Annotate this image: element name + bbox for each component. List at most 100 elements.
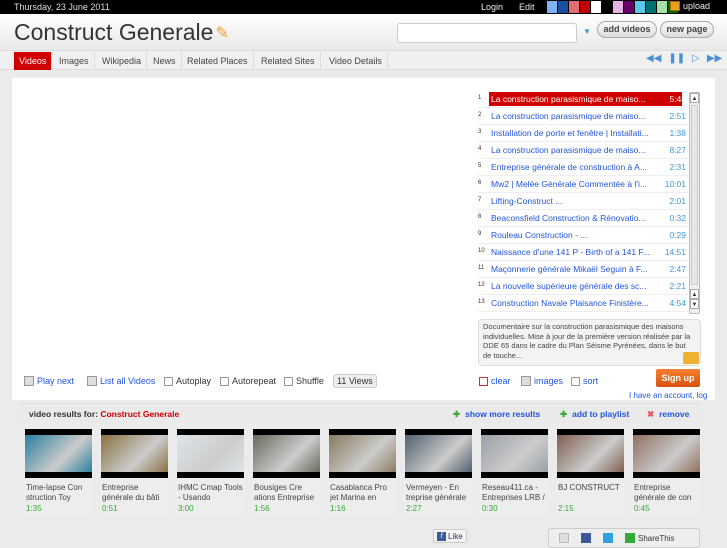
tab-related-places[interactable]: Related Places (182, 52, 254, 70)
tab-videos[interactable]: Videos (14, 52, 53, 70)
color-swatch[interactable] (558, 1, 568, 13)
play-icon[interactable]: ▷ (692, 53, 700, 64)
color-swatch[interactable] (657, 1, 667, 13)
scroll-down-icon[interactable]: ▼ (690, 299, 699, 309)
video-thumbnail[interactable] (481, 429, 548, 478)
playlist-item[interactable]: 10 Naissance d'une 141 P - Birth of a 141… (478, 244, 688, 261)
result-title[interactable]: BJ CONSTRUCT (558, 483, 624, 503)
tab-images[interactable]: Images (54, 52, 95, 70)
color-theme-picker[interactable] (547, 1, 679, 13)
checkbox[interactable] (164, 376, 173, 386)
video-thumbnail[interactable] (253, 429, 320, 478)
play-next-button[interactable]: Play next (24, 376, 74, 386)
checkbox[interactable] (220, 376, 229, 386)
pause-icon[interactable]: ❚❚ (668, 53, 685, 64)
edit-link[interactable]: Edit (519, 2, 535, 12)
result-title[interactable]: Bousiges Cre ations Entreprise (254, 483, 320, 503)
tab-related-sites[interactable]: Related Sites (256, 52, 321, 70)
login-link[interactable]: Login (481, 2, 503, 12)
playlist-item[interactable]: 1 La construction parasismique de maiso..… (478, 91, 688, 108)
sharethis-button[interactable]: ShareThis (625, 533, 674, 543)
color-swatch[interactable] (569, 1, 579, 13)
list-all-videos-button[interactable]: List all Videos (87, 376, 155, 386)
color-swatch[interactable] (635, 1, 645, 13)
search-input[interactable] (397, 23, 577, 43)
video-result-card[interactable]: Entreprise générale du bâti 0:51 (100, 428, 169, 518)
color-swatch[interactable] (613, 1, 623, 13)
playlist-item[interactable]: 2 La construction parasismique de maiso..… (478, 108, 688, 125)
playlist-item[interactable]: 3 Installation de porte et fenêtre | Inst… (478, 125, 688, 142)
playlist-scrollbar[interactable]: ▲ ▲ ▼ (689, 92, 700, 314)
color-swatch[interactable] (547, 1, 557, 13)
upload-link[interactable]: upload (670, 1, 710, 11)
result-title[interactable]: IHMC Cmap Tools - Usando (178, 483, 244, 503)
video-result-card[interactable]: Entreprise générale de con 0:45 (632, 428, 701, 518)
tab-video-details[interactable]: Video Details (324, 52, 388, 70)
scroll-up-icon[interactable]: ▲ (690, 93, 699, 103)
fast-forward-icon[interactable]: ▶▶ (707, 53, 722, 64)
playlist-item[interactable]: 7 Lifting-Construct ... 2:01 (478, 193, 688, 210)
video-thumbnail[interactable] (405, 429, 472, 478)
show-more-results-button[interactable]: ✚ show more results (453, 409, 540, 420)
pencil-edit-icon[interactable]: ✎ (215, 23, 228, 43)
playlist-item[interactable]: 5 Entreprise générale de construction à A… (478, 159, 688, 176)
sort-button[interactable]: sort (571, 376, 598, 386)
video-thumbnail[interactable] (25, 429, 92, 478)
playlist-item[interactable]: 13 Construction Navale Plaisance Finistèr… (478, 295, 688, 312)
add-to-playlist-button[interactable]: ✚ add to playlist (560, 409, 629, 420)
email-icon[interactable] (559, 533, 569, 543)
mail-icon[interactable] (683, 352, 699, 364)
result-title[interactable]: Vermeyen - En treprise générale (406, 483, 472, 503)
search-dropdown-icon[interactable]: ▼ (583, 27, 591, 36)
playlist-item[interactable]: 8 Beaconsfield Construction & Rénovatio..… (478, 210, 688, 227)
color-swatch[interactable] (624, 1, 634, 13)
new-page-button[interactable]: new page (660, 21, 714, 38)
video-thumbnail[interactable] (329, 429, 396, 478)
playlist-item[interactable]: 6 Mw2 | Melée Générale Commentée à l'i...… (478, 176, 688, 193)
video-thumbnail[interactable] (101, 429, 168, 478)
playlist-item[interactable]: 11 Maçonnerie générale Mikaël Seguin à F.… (478, 261, 688, 278)
shuffle-checkbox[interactable]: Shuffle (284, 376, 324, 386)
autoplay-checkbox[interactable]: Autoplay (164, 376, 211, 386)
tab-wikipedia[interactable]: Wikipedia (97, 52, 148, 70)
facebook-icon[interactable] (581, 533, 591, 543)
video-result-card[interactable]: Casablanca Pro jet Marina en 1:16 (328, 428, 397, 518)
twitter-icon[interactable] (603, 533, 613, 543)
color-swatch[interactable] (580, 1, 590, 13)
video-thumbnail[interactable] (633, 429, 700, 478)
video-thumbnail[interactable] (557, 429, 624, 478)
result-title[interactable]: Entreprise générale du bâti (102, 483, 168, 503)
result-title[interactable]: Casablanca Pro jet Marina en (330, 483, 396, 503)
checkbox[interactable] (284, 376, 293, 386)
video-description: Documentaire sur la construction parasis… (478, 319, 701, 366)
scroll-up-icon[interactable]: ▲ (690, 289, 699, 299)
result-title[interactable]: Time-lapse Con struction Toy (26, 483, 92, 503)
color-swatch[interactable] (646, 1, 656, 13)
playlist-item[interactable]: 12 La nouvelle supérieure générale des sc… (478, 278, 688, 295)
signup-button[interactable]: Sign up (656, 369, 700, 387)
clear-button[interactable]: clear (479, 376, 511, 386)
video-result-card[interactable]: Bousiges Cre ations Entreprise 1:56 (252, 428, 321, 518)
autorepeat-checkbox[interactable]: Autorepeat (220, 376, 276, 386)
add-videos-button[interactable]: add videos (597, 21, 657, 38)
playlist-item[interactable]: 4 La construction parasismique de maiso..… (478, 142, 688, 159)
images-button[interactable]: images (521, 376, 563, 386)
color-swatch[interactable] (591, 1, 601, 13)
video-result-card[interactable]: IHMC Cmap Tools - Usando 3:00 (176, 428, 245, 518)
video-result-card[interactable]: Time-lapse Con struction Toy 1:35 (24, 428, 93, 518)
add-playlist-label: add to playlist (572, 409, 630, 419)
remove-button[interactable]: ✖ remove (647, 409, 689, 420)
color-swatch[interactable] (602, 1, 612, 13)
scrollbar-thumb[interactable] (691, 105, 698, 285)
video-result-card[interactable]: BJ CONSTRUCT 2:15 (556, 428, 625, 518)
video-result-card[interactable]: Vermeyen - En treprise générale 2:27 (404, 428, 473, 518)
playlist-item[interactable]: 9 Rouleau Construction - ... 0:29 (478, 227, 688, 244)
facebook-like-button[interactable]: f Like (433, 529, 467, 543)
tab-news[interactable]: News (148, 52, 182, 70)
result-title[interactable]: Reseau411.ca - Entreprises LRB / (482, 483, 548, 503)
result-title[interactable]: Entreprise générale de con (634, 483, 700, 503)
video-result-card[interactable]: Reseau411.ca - Entreprises LRB /0:30 (480, 428, 549, 518)
login-account-link[interactable]: I have an account, log (629, 391, 707, 400)
video-thumbnail[interactable] (177, 429, 244, 478)
rewind-icon[interactable]: ◀◀ (646, 53, 661, 64)
